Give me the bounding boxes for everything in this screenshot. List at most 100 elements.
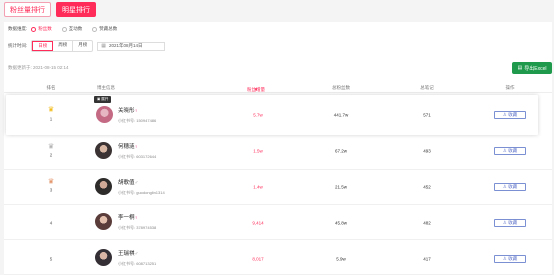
fans-total: 21.5w xyxy=(334,184,348,190)
date-picker[interactable]: ▦ 2021年08月14日 xyxy=(97,41,166,51)
blogger-name[interactable]: 王瑞祺♂ xyxy=(118,249,138,257)
favorite-button[interactable]: ♙ 收藏 xyxy=(494,219,526,227)
data-type-label: 数据维度: xyxy=(8,26,28,31)
col-notes[interactable]: 总笔记 xyxy=(420,85,434,91)
blogger-name-text: 李一桐 xyxy=(118,215,135,221)
table-row: 5 王瑞祺♂ 小红书号: 608713251 8,017 5.9w 417 ♙ 收… xyxy=(4,240,552,275)
fans-increment: 1.5w xyxy=(253,148,263,154)
avatar[interactable] xyxy=(96,106,113,123)
radio-likes[interactable]: 赞藏总数 xyxy=(92,26,117,32)
account-id: 小红书号: 150947486 xyxy=(118,118,157,123)
account-id: 小红书号: 603172644 xyxy=(118,154,157,159)
rank-number: 5 xyxy=(49,256,53,262)
radio-fans[interactable]: 粉丝数 xyxy=(31,26,52,32)
account-id: 小红书号: 608713251 xyxy=(118,261,157,266)
period-daily[interactable]: 日榜 xyxy=(32,41,54,51)
female-icon: ♀ xyxy=(134,144,139,150)
blogger-name-text: 关晓彤 xyxy=(118,108,135,114)
avatar[interactable] xyxy=(95,249,112,266)
period-monthly[interactable]: 月榜 xyxy=(73,41,92,51)
main-panel: 数据维度: 粉丝数 互动数 赞藏总数 统计时间: 日榜 周榜 月榜 ▦ 2021… xyxy=(4,22,552,275)
favorite-button[interactable]: ♙ 收藏 xyxy=(494,255,526,263)
fans-total: 67.2w xyxy=(334,148,348,154)
table-row: ♛ 2 何穗涟♀ 小红书号: 603172644 1.5w 67.2w 493 … xyxy=(4,135,552,170)
period-weekly[interactable]: 周榜 xyxy=(53,41,74,51)
user-icon: ♙ xyxy=(502,256,507,261)
updated-time: 数据更新于: 2021-08-15 02:14 xyxy=(8,65,69,70)
favorite-label: 收藏 xyxy=(508,112,518,117)
table-row: ♛ 1 ▣ 展开 关晓彤♀ 小红书号: 150947486 5.7w 441.7… xyxy=(6,95,538,135)
user-icon: ♙ xyxy=(502,184,507,189)
radio-dot-icon xyxy=(92,26,98,32)
notes-count: 452 xyxy=(423,184,431,190)
notes-count: 493 xyxy=(423,148,431,154)
user-icon: ♙ xyxy=(502,112,507,117)
fans-increment: 8,017 xyxy=(252,256,264,262)
calendar-icon: ▦ xyxy=(101,43,106,49)
tab-fans-ranking[interactable]: 粉丝量排行 xyxy=(4,2,51,17)
blogger-name[interactable]: 李一桐♀ xyxy=(118,213,138,221)
user-icon: ♙ xyxy=(502,148,507,153)
radio-dot-icon xyxy=(31,26,37,32)
male-icon: ♂ xyxy=(134,180,139,186)
fans-increment: 1.4w xyxy=(253,184,263,190)
radio-dot-icon xyxy=(61,26,67,32)
ranking-tabs: 粉丝量排行 明星排行 xyxy=(4,2,96,17)
rank-number: 3 xyxy=(49,187,53,193)
fans-total: 45.8w xyxy=(334,220,348,226)
fans-increment: 9,414 xyxy=(252,220,264,226)
favorite-button[interactable]: ♙ 收藏 xyxy=(494,147,526,155)
radio-interactions[interactable]: 互动数 xyxy=(61,26,83,32)
notes-count: 417 xyxy=(423,256,431,262)
male-icon: ♂ xyxy=(134,251,139,257)
blogger-name-text: 何穗涟 xyxy=(118,144,135,150)
export-label: 导出Excel xyxy=(524,65,547,72)
col-action: 操作 xyxy=(505,85,515,90)
rank-number: 4 xyxy=(49,220,53,226)
radio-fans-label: 粉丝数 xyxy=(38,26,52,31)
avatar[interactable] xyxy=(95,178,112,195)
period-filter: 统计时间: 日榜 周榜 月榜 ▦ 2021年08月14日 xyxy=(8,40,166,52)
col-rank: 排名 xyxy=(46,85,56,90)
blogger-name[interactable]: 何穗涟♀ xyxy=(118,142,138,150)
fans-total: 441.7w xyxy=(333,112,349,118)
favorite-label: 收藏 xyxy=(508,184,518,189)
blogger-name[interactable]: 关晓彤♀ xyxy=(118,106,138,114)
favorite-button[interactable]: ♙ 收藏 xyxy=(494,183,526,191)
avatar[interactable] xyxy=(95,213,112,230)
export-excel-button[interactable]: ▤ 导出Excel xyxy=(512,62,552,74)
female-icon: ♀ xyxy=(134,215,139,221)
table-row: ♛ 3 胡歌值♂ 小红书号: guodonglin1314 1.4w 21.5w… xyxy=(4,170,552,205)
favorite-label: 收藏 xyxy=(508,256,518,261)
avatar[interactable] xyxy=(95,142,112,159)
favorite-button[interactable]: ♙ 收藏 xyxy=(494,111,526,119)
account-id: 小红书号: 378974538 xyxy=(118,225,157,230)
blogger-name-text: 王瑞祺 xyxy=(118,251,135,257)
col-blogger: 博主信息 xyxy=(97,85,115,90)
blogger-name[interactable]: 胡歌值♂ xyxy=(118,178,138,186)
account-id: 小红书号: guodonglin1314 xyxy=(118,190,165,195)
radio-interactions-label: 互动数 xyxy=(68,26,83,31)
fans-total: 5.9w xyxy=(336,256,346,262)
excel-icon: ▤ xyxy=(517,65,523,71)
data-type-filter: 数据维度: 粉丝数 互动数 赞藏总数 xyxy=(8,26,123,32)
rank-number: 1 xyxy=(49,116,53,122)
period-label: 统计时间: xyxy=(8,43,28,48)
notes-count: 571 xyxy=(423,112,431,118)
silver-crown-icon: ♛ xyxy=(47,143,55,151)
fans-increment: 5.7w xyxy=(253,112,263,118)
col-fans-total[interactable]: 总粉丝数 xyxy=(332,85,350,91)
sort-down-icon: ▼ xyxy=(253,87,259,92)
favorite-label: 收藏 xyxy=(508,220,518,225)
rank-number: 2 xyxy=(49,152,53,158)
female-icon: ♀ xyxy=(134,108,139,114)
period-segment: 日榜 周榜 月榜 xyxy=(31,40,94,52)
user-icon: ♙ xyxy=(502,220,507,225)
blogger-name-text: 胡歌值 xyxy=(118,180,135,186)
bronze-crown-icon: ♛ xyxy=(47,178,55,186)
tab-star-ranking[interactable]: 明星排行 xyxy=(56,2,96,17)
expand-tag[interactable]: ▣ 展开 xyxy=(94,96,112,103)
gold-crown-icon: ♛ xyxy=(47,106,55,114)
date-value: 2021年08月14日 xyxy=(108,43,143,48)
favorite-label: 收藏 xyxy=(508,148,518,153)
